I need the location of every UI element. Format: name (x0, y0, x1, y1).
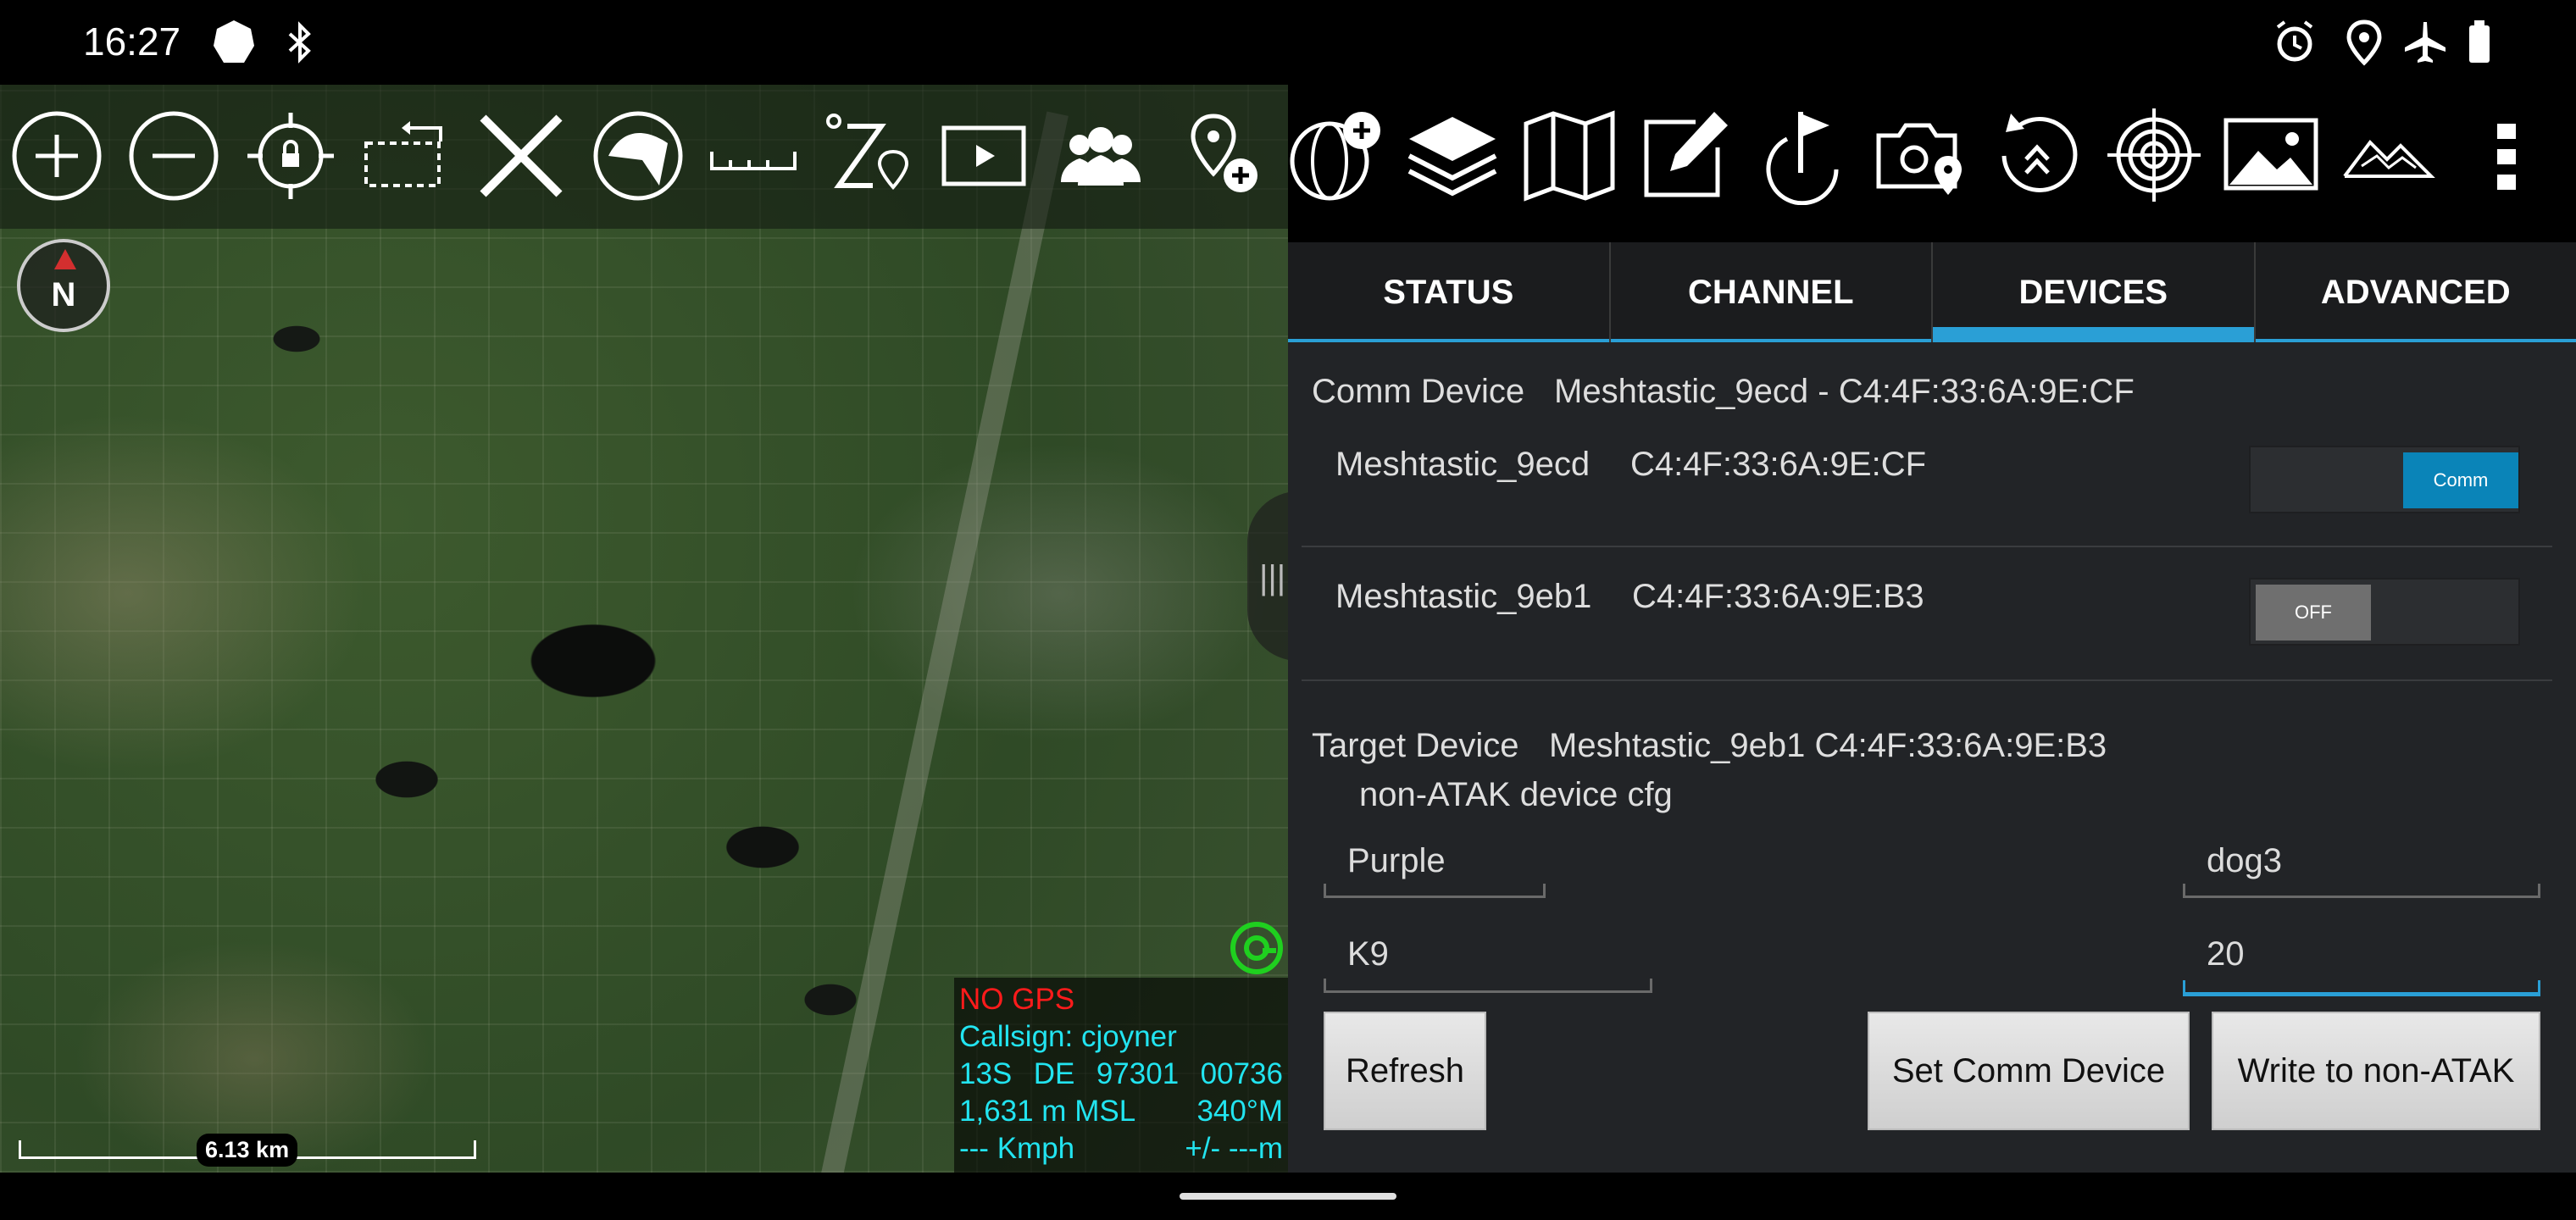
shield-tool-icon[interactable] (588, 103, 688, 208)
home-gesture-handle[interactable] (1180, 1193, 1396, 1200)
history-icon[interactable] (1985, 100, 2090, 210)
speed: --- Kmph (959, 1132, 1075, 1165)
bluetooth-icon (273, 15, 327, 69)
scale-label: 6.13 km (197, 1134, 298, 1167)
tab-status[interactable]: STATUS (1288, 242, 1611, 342)
set-comm-device-button[interactable]: Set Comm Device (1868, 1012, 2190, 1130)
image-icon[interactable] (2218, 100, 2323, 210)
terrain-icon[interactable] (2335, 100, 2440, 210)
target-icon[interactable] (2101, 100, 2207, 210)
airplane-mode-icon (2398, 15, 2452, 69)
self-marker-info: NO GPS Callsign: cjoyner 13S DE 97301 00… (954, 978, 1288, 1173)
tab-status-label: STATUS (1383, 273, 1514, 311)
refresh-button[interactable]: Refresh (1324, 1012, 1486, 1130)
divider (1302, 679, 2552, 681)
add-map-icon[interactable] (1283, 100, 1388, 210)
toggle-knob: Comm (2403, 452, 2518, 508)
edit-icon[interactable] (1634, 100, 1739, 210)
close-x-icon[interactable] (471, 103, 571, 208)
flag-pointer-icon[interactable] (1751, 100, 1856, 210)
write-to-nonatak-button[interactable]: Write to non-ATAK (2212, 1012, 2540, 1130)
tab-channel[interactable]: CHANNEL (1610, 242, 1933, 342)
comm-device-label: Comm Device (1312, 373, 1525, 410)
mgrs-grid: DE (1033, 1057, 1075, 1090)
device-name: Meshtastic_9eb1 (1335, 578, 1592, 615)
tab-advanced-label: ADVANCED (2320, 273, 2511, 311)
add-point-icon[interactable] (1173, 103, 1273, 208)
battery-icon (2456, 15, 2510, 69)
tab-devices-label: DEVICES (2018, 273, 2168, 311)
route-icon[interactable] (819, 103, 919, 208)
settings-badge-icon (207, 15, 261, 69)
device-off-toggle[interactable]: OFF (2249, 578, 2520, 646)
device-mac: C4:4F:33:6A:9E:B3 (1632, 578, 1924, 615)
location-pin-icon (2337, 15, 2391, 69)
tab-advanced[interactable]: ADVANCED (2255, 242, 2576, 342)
divider (1302, 546, 2552, 547)
status-bar (0, 0, 2576, 85)
target-device-value: Meshtastic_9eb1 C4:4F:33:6A:9E:B3 (1549, 727, 2107, 764)
device-comm-toggle[interactable]: Comm (2249, 446, 2520, 513)
callsign-field[interactable]: dog3 (2183, 842, 2540, 898)
alarm-icon (2268, 15, 2322, 69)
number-field[interactable]: 20 (2183, 935, 2540, 996)
lock-location-icon[interactable] (241, 103, 341, 208)
tab-devices[interactable]: DEVICES (1933, 242, 2256, 342)
overflow-menu-icon[interactable] (2454, 100, 2559, 210)
altitude: 1,631 m MSL (959, 1095, 1136, 1128)
mgrs-zone: 13S (959, 1057, 1013, 1090)
gps-lock-icon[interactable] (1227, 918, 1286, 978)
zoom-in-icon[interactable] (7, 103, 107, 208)
compass-button[interactable]: N (17, 239, 110, 332)
tab-bar: STATUS CHANNEL DEVICES ADVANCED (1288, 242, 2576, 342)
mgrs-northing: 00736 (1200, 1057, 1283, 1090)
ruler-icon[interactable] (703, 103, 803, 208)
heading: 340°M (1196, 1095, 1283, 1128)
nonatak-config-label: non-ATAK device cfg (1359, 776, 1673, 813)
accuracy: +/- ---m (1185, 1132, 1283, 1165)
video-icon[interactable] (934, 103, 1034, 208)
device-name: Meshtastic_9ecd (1335, 446, 1591, 483)
comm-device-value: Meshtastic_9ecd - C4:4F:33:6A:9E:CF (1554, 373, 2135, 410)
team-field[interactable]: Purple (1324, 842, 1546, 898)
layers-icon[interactable] (1400, 100, 1505, 210)
mgrs-easting: 97301 (1096, 1057, 1180, 1090)
contacts-icon[interactable] (1051, 103, 1151, 208)
toggle-knob: OFF (2256, 585, 2371, 640)
tab-channel-label: CHANNEL (1687, 273, 1854, 311)
rotate-screen-icon[interactable] (356, 103, 456, 208)
drag-handle-icon: ||| (1259, 559, 1286, 596)
device-mac: C4:4F:33:6A:9E:CF (1630, 446, 1927, 483)
compass-label: N (51, 276, 76, 313)
north-arrow-icon (54, 249, 76, 269)
gps-status: NO GPS (959, 983, 1075, 1016)
camera-location-icon[interactable] (1868, 100, 1973, 210)
zoom-out-icon[interactable] (124, 103, 224, 208)
target-device-label: Target Device (1312, 727, 1519, 764)
role-field[interactable]: K9 (1324, 935, 1652, 993)
status-clock: 16:27 (83, 19, 181, 64)
callsign: Callsign: cjoyner (959, 1020, 1177, 1053)
map-icon[interactable] (1517, 100, 1622, 210)
mgrs-coordinates: 13S DE 97301 00736 (959, 1056, 1283, 1093)
